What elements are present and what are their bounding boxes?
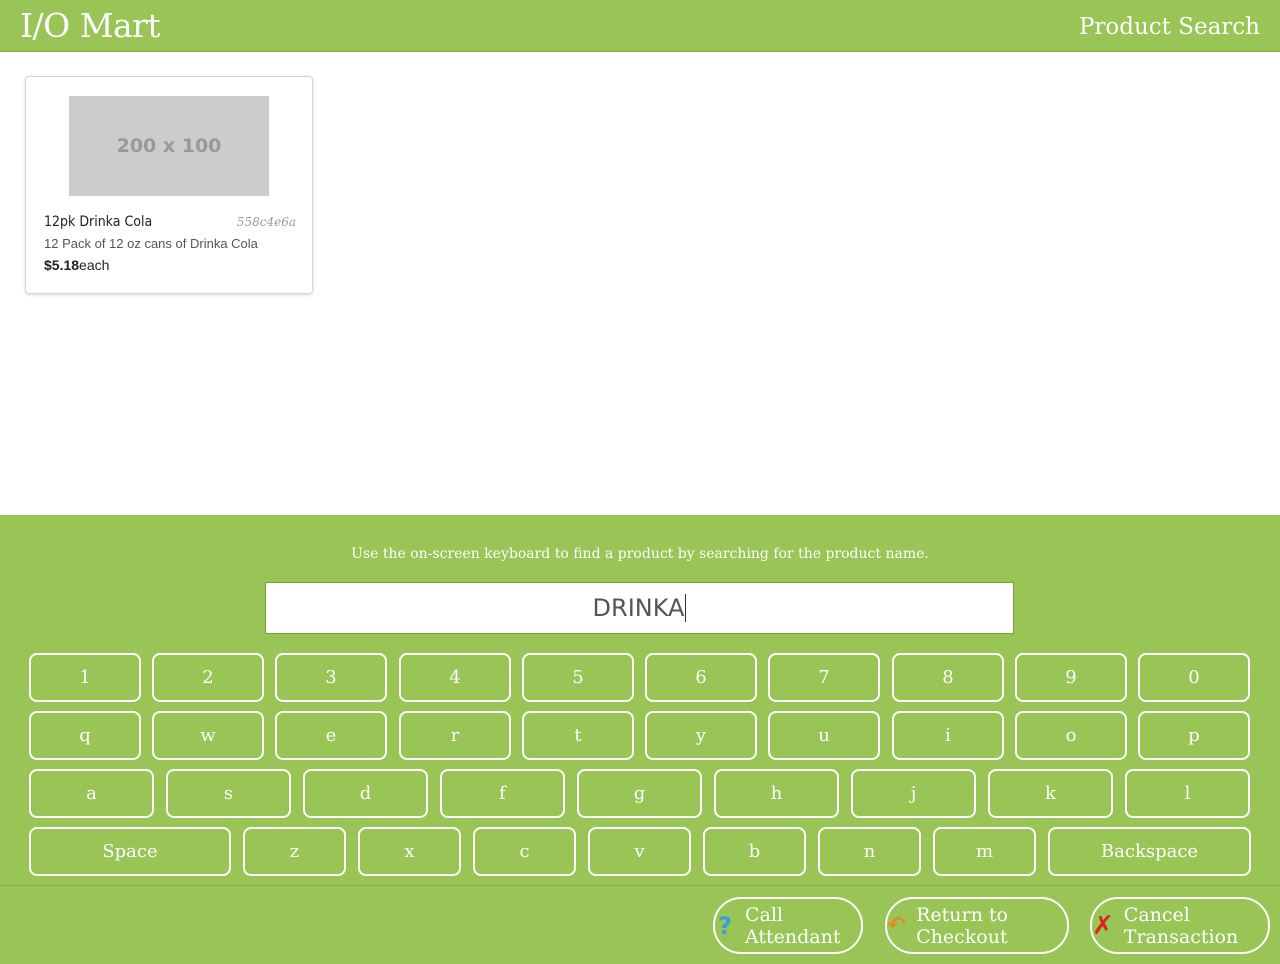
price-value: $5.18: [44, 257, 80, 273]
cancel-transaction-label: Cancel Transaction: [1123, 903, 1239, 948]
product-id: 558c4e6a: [236, 215, 296, 229]
key-l[interactable]: l: [1125, 769, 1250, 818]
key-2[interactable]: 2: [152, 653, 264, 702]
key-p[interactable]: p: [1138, 711, 1250, 760]
key-3[interactable]: 3: [275, 653, 387, 702]
key-backspace[interactable]: Backspace: [1048, 827, 1251, 876]
key-7[interactable]: 7: [768, 653, 880, 702]
key-f[interactable]: f: [440, 769, 565, 818]
key-6[interactable]: 6: [645, 653, 757, 702]
key-8[interactable]: 8: [892, 653, 1004, 702]
key-i[interactable]: i: [892, 711, 1004, 760]
key-e[interactable]: e: [275, 711, 387, 760]
call-attendant-button[interactable]: ? Call Attendant: [713, 897, 863, 954]
key-b[interactable]: b: [703, 827, 806, 876]
product-price: $5.18each: [44, 257, 109, 273]
key-j[interactable]: j: [851, 769, 976, 818]
product-image: 200 x 100: [69, 96, 269, 196]
key-h[interactable]: h: [714, 769, 839, 818]
key-space[interactable]: Space: [29, 827, 231, 876]
key-4[interactable]: 4: [399, 653, 511, 702]
text-caret: [685, 594, 687, 622]
search-input[interactable]: DRINKA: [265, 582, 1014, 634]
key-w[interactable]: w: [152, 711, 264, 760]
key-m[interactable]: m: [933, 827, 1036, 876]
return-to-checkout-label: Return to Checkout: [916, 903, 1008, 948]
key-u[interactable]: u: [768, 711, 880, 760]
product-description: 12 Pack of 12 oz cans of Drinka Cola: [44, 236, 258, 251]
key-t[interactable]: t: [522, 711, 634, 760]
key-c[interactable]: c: [473, 827, 576, 876]
product-card[interactable]: 200 x 100 12pk Drinka Cola 558c4e6a 12 P…: [25, 76, 313, 294]
brand-logo: I/O Mart: [20, 6, 161, 45]
footer-bar: ? Call Attendant ↶ Return to Checkout ✗ …: [0, 885, 1280, 964]
price-unit: each: [79, 257, 110, 273]
key-k[interactable]: k: [988, 769, 1113, 818]
keyboard-instructions: Use the on-screen keyboard to find a pro…: [351, 546, 929, 562]
key-a[interactable]: a: [29, 769, 154, 818]
call-attendant-label: Call Attendant: [744, 903, 841, 948]
product-name: 12pk Drinka Cola: [44, 214, 153, 230]
key-d[interactable]: d: [303, 769, 428, 818]
page-title: Product Search: [1078, 14, 1260, 40]
key-g[interactable]: g: [577, 769, 702, 818]
key-1[interactable]: 1: [29, 653, 141, 702]
question-icon: ?: [718, 911, 732, 940]
key-y[interactable]: y: [645, 711, 757, 760]
key-q[interactable]: q: [29, 711, 141, 760]
key-v[interactable]: v: [588, 827, 691, 876]
back-arrow-icon: ↶: [887, 913, 906, 938]
search-value: DRINKA: [592, 594, 685, 622]
return-to-checkout-button[interactable]: ↶ Return to Checkout: [885, 897, 1069, 954]
key-z[interactable]: z: [243, 827, 346, 876]
header-bar: I/O Mart Product Search: [0, 0, 1280, 52]
key-5[interactable]: 5: [522, 653, 634, 702]
key-r[interactable]: r: [399, 711, 511, 760]
key-9[interactable]: 9: [1015, 653, 1127, 702]
key-0[interactable]: 0: [1138, 653, 1250, 702]
cancel-transaction-button[interactable]: ✗ Cancel Transaction: [1090, 897, 1270, 954]
keyboard-panel: Use the on-screen keyboard to find a pro…: [0, 515, 1280, 885]
key-s[interactable]: s: [166, 769, 291, 818]
x-icon: ✗: [1092, 910, 1114, 941]
key-x[interactable]: x: [358, 827, 461, 876]
key-o[interactable]: o: [1015, 711, 1127, 760]
key-n[interactable]: n: [818, 827, 921, 876]
